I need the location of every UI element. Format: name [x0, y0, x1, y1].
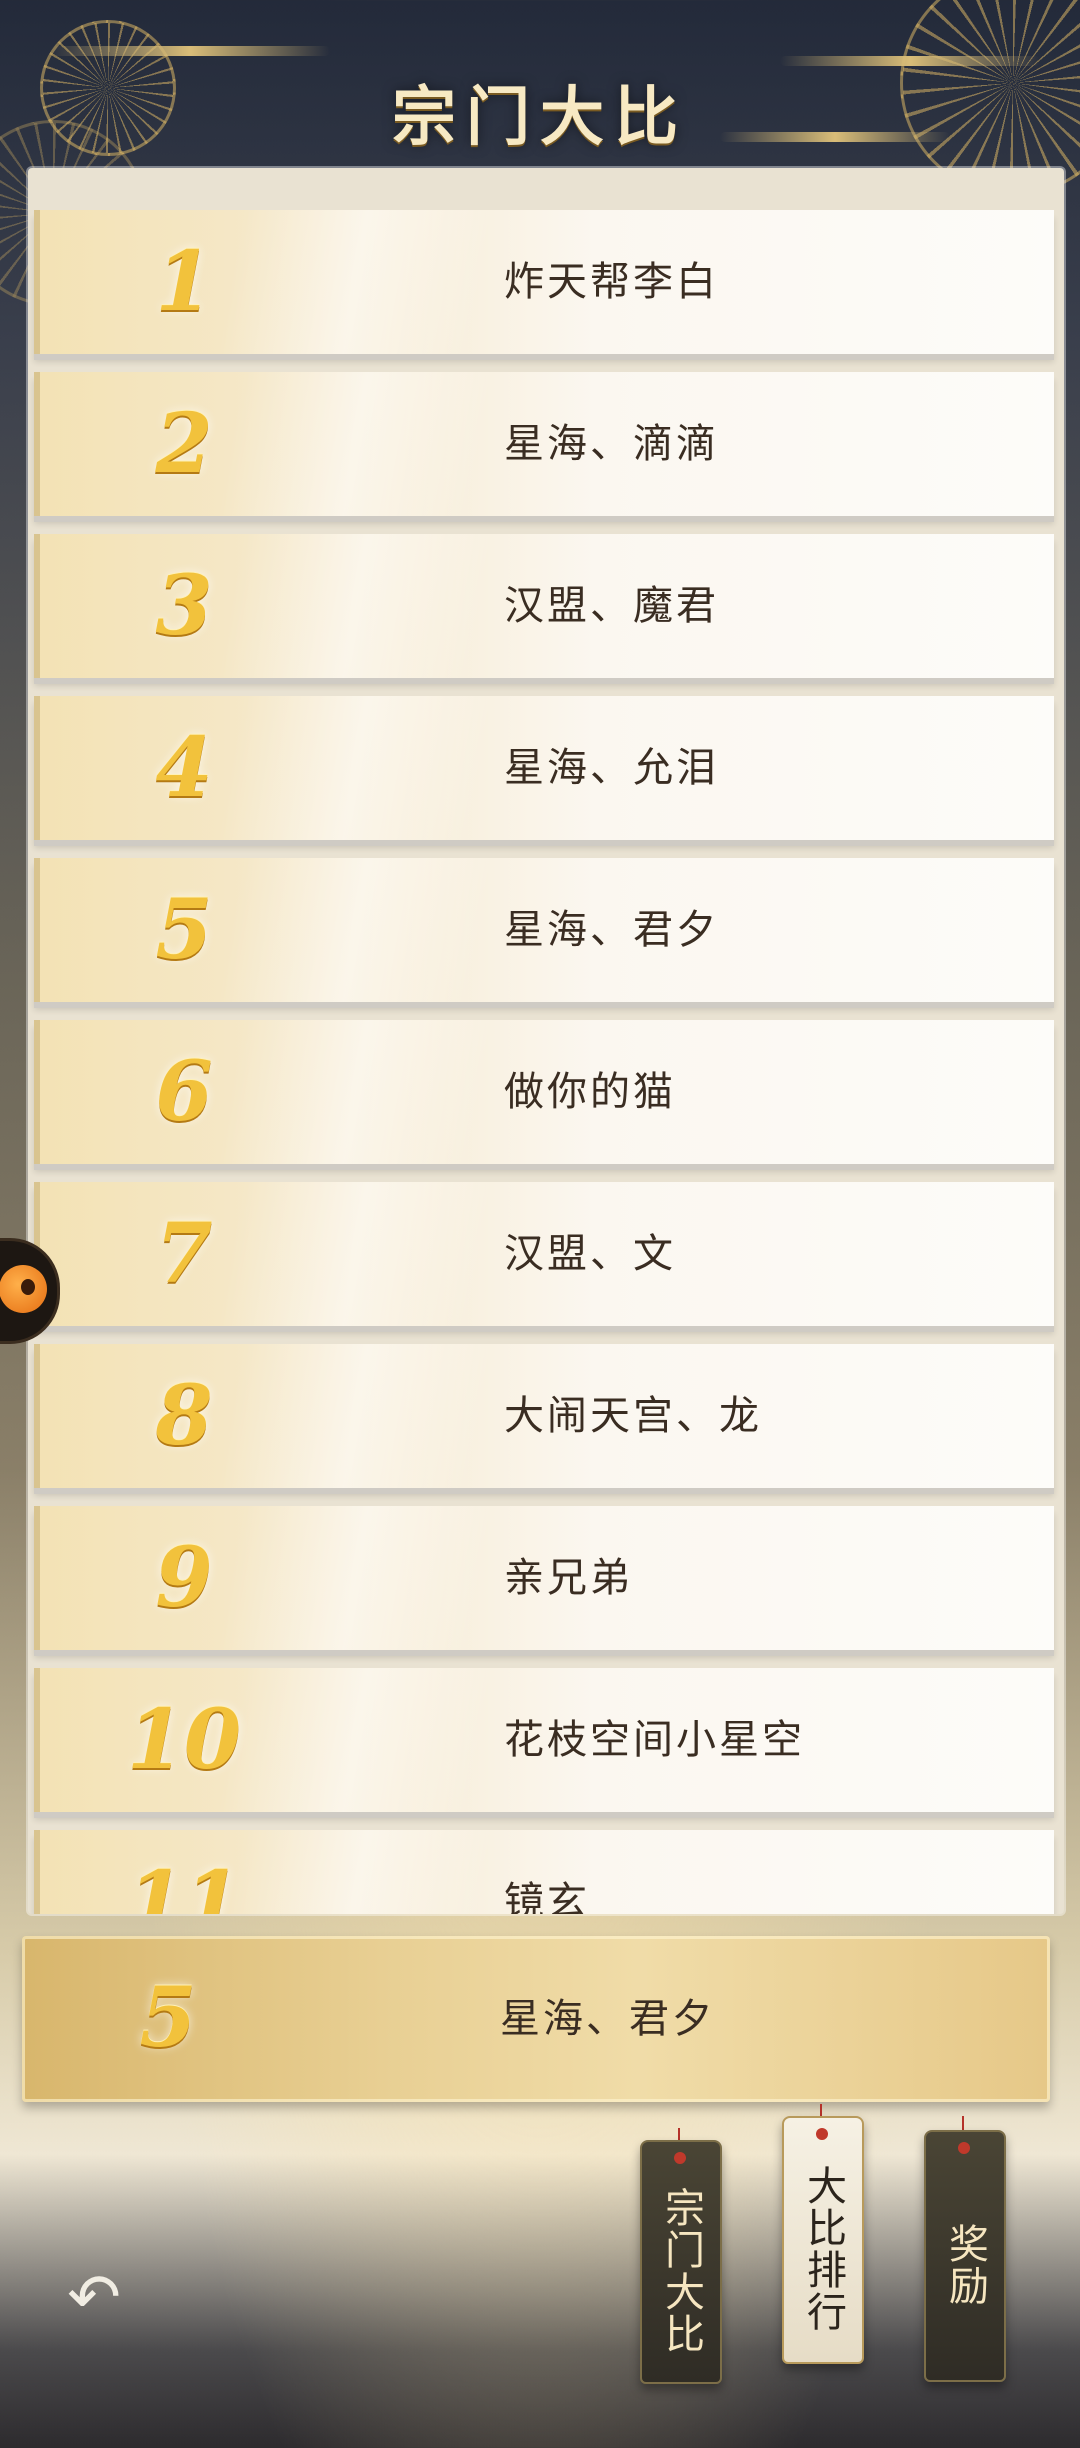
tab-label: 宗门大比 — [658, 2187, 704, 2355]
ranking-row[interactable]: 9 亲兄弟 — [34, 1506, 1054, 1650]
sect-name: 大闹天宫、龙 — [504, 1393, 762, 1439]
sect-name: 汉盟、魔君 — [504, 583, 719, 629]
ranking-row[interactable]: 2 星海、滴滴 — [34, 372, 1054, 516]
rank-number: 3 — [155, 558, 213, 654]
sect-name: 做你的猫 — [504, 1069, 676, 1115]
tab-rewards[interactable]: 奖励 — [924, 2130, 1006, 2382]
my-sect-rank-row[interactable]: 5 星海、君夕 — [22, 1936, 1050, 2102]
rank-number: 8 — [155, 1368, 213, 1464]
rank-number: 5 — [155, 882, 213, 978]
sect-name: 亲兄弟 — [504, 1555, 633, 1601]
tab-label: 大比排行 — [800, 2165, 846, 2333]
rank-number: 11 — [126, 1854, 242, 1914]
sect-name: 镜玄 — [504, 1879, 590, 1914]
rank-number: 7 — [155, 1206, 213, 1302]
ranking-row[interactable]: 4 星海、允泪 — [34, 696, 1054, 840]
sect-name: 炸天帮李白 — [504, 259, 719, 305]
ranking-row[interactable]: 1 炸天帮李白 — [34, 210, 1054, 354]
ranking-row[interactable]: 8 大闹天宫、龙 — [34, 1344, 1054, 1488]
sect-name: 星海、君夕 — [504, 907, 719, 953]
rank-number: 10 — [126, 1692, 242, 1788]
rank-number: 4 — [155, 720, 213, 816]
ranking-row[interactable]: 10 花枝空间小星空 — [34, 1668, 1054, 1812]
rank-number: 1 — [155, 234, 213, 330]
sect-name: 汉盟、文 — [504, 1231, 676, 1277]
my-sect-name: 星海、君夕 — [500, 1996, 715, 2042]
pet-eye — [21, 1279, 35, 1295]
ranking-row[interactable]: 11 镜玄 — [34, 1830, 1054, 1914]
rank-number: 9 — [155, 1530, 213, 1626]
back-arrow-icon[interactable]: ↶ — [56, 2266, 132, 2330]
ranking-row[interactable]: 5 星海、君夕 — [34, 858, 1054, 1002]
tag-hole — [674, 2152, 686, 2164]
decorative-cloud — [780, 56, 1040, 66]
tag-hole — [958, 2142, 970, 2154]
ranking-row[interactable]: 7 汉盟、文 — [34, 1182, 1054, 1326]
tag-hole — [816, 2128, 828, 2140]
rank-number: 2 — [155, 396, 213, 492]
tab-contest-ranking[interactable]: 大比排行 — [782, 2116, 864, 2364]
ranking-panel[interactable]: 1 炸天帮李白 2 星海、滴滴 3 汉盟、魔君 4 星海、允泪 5 星海、君夕 … — [28, 168, 1064, 1914]
rank-number: 6 — [155, 1044, 213, 1140]
sect-name: 星海、滴滴 — [504, 421, 719, 467]
tab-sect-contest[interactable]: 宗门大比 — [640, 2140, 722, 2384]
page-title: 宗门大比 — [392, 80, 688, 155]
my-rank-number: 5 — [139, 1970, 197, 2066]
ranking-row[interactable]: 3 汉盟、魔君 — [34, 534, 1054, 678]
tab-label: 奖励 — [942, 2223, 988, 2307]
decorative-cloud — [50, 46, 330, 56]
sect-name: 星海、允泪 — [504, 745, 719, 791]
sect-name: 花枝空间小星空 — [504, 1717, 805, 1763]
ranking-row[interactable]: 6 做你的猫 — [34, 1020, 1054, 1164]
